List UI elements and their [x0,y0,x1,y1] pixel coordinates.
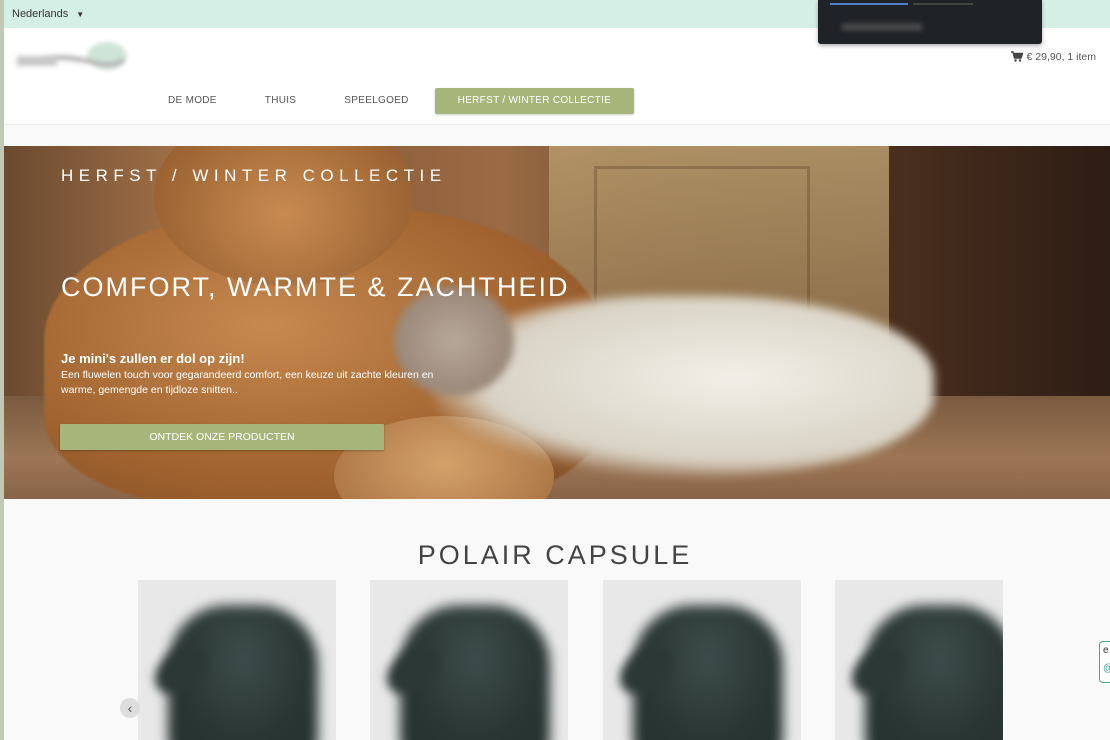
discover-products-button[interactable]: ONTDEK ONZE PRODUCTEN [60,424,384,450]
hero-subtitle: HERFST / WINTER COLLECTIE [61,166,447,185]
main-nav: DE MODE THUIS SPEELGOED HERFST / WINTER … [144,88,635,114]
site-logo[interactable] [12,34,132,86]
side-widget[interactable]: e @ [1099,641,1110,683]
cart-summary[interactable]: € 29,90, 1 item [1010,51,1096,63]
nav-item-speelgoed[interactable]: SPEELGOED [320,88,432,114]
cart-text: € 29,90, 1 item [1026,51,1096,63]
carousel-prev-button[interactable]: ‹ [120,698,140,718]
product-card[interactable] [603,580,801,740]
nav-item-thuis[interactable]: THUIS [241,88,321,114]
side-widget-top: e [1103,645,1109,656]
nav-item-herfst-winter[interactable]: HERFST / WINTER COLLECTIE [434,88,635,114]
nav-item-de-mode[interactable]: DE MODE [144,88,241,114]
cart-icon [1010,51,1024,62]
logo-graphic [16,42,127,70]
language-select[interactable]: Nederlands ▼ [12,8,84,20]
overlay-tab-inactive [913,3,973,5]
side-widget-bottom: @ [1100,660,1110,678]
hero-description: Een fluwelen touch voor gegarandeerd com… [61,369,434,396]
hero-lead: Je mini's zullen er dol op zijn! [61,351,245,366]
language-label: Nederlands [12,8,69,20]
chevron-left-icon: ‹ [127,700,133,716]
hero-banner: HERFST / WINTER COLLECTIE COMFORT, WARMT… [4,146,1110,499]
product-card[interactable] [138,580,336,740]
product-card[interactable] [835,580,1003,740]
overlay-blurred-content [842,24,922,30]
section-title: POLAIR CAPSULE [417,540,693,570]
browser-overlay-panel[interactable] [818,0,1042,44]
overlay-tab-indicator [830,3,908,5]
hero-title: COMFORT, WARMTE & ZACHTHEID [61,272,570,302]
product-card[interactable] [370,580,568,740]
chevron-down-icon: ▼ [76,10,85,19]
